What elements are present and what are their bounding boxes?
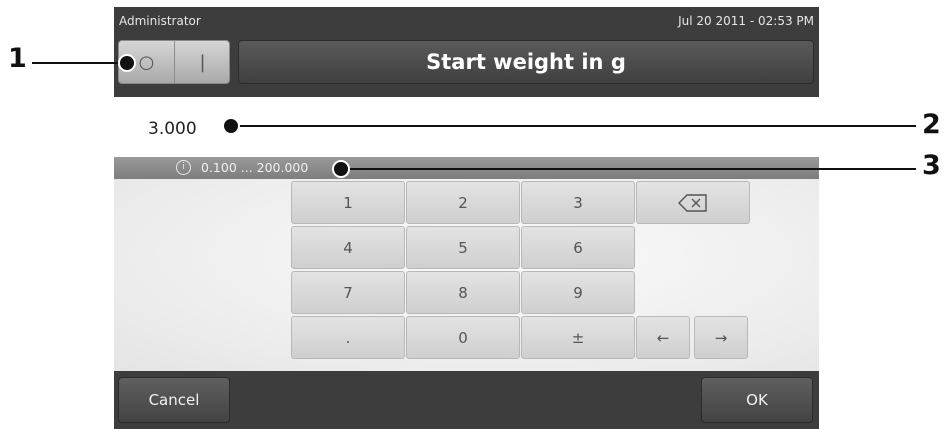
- key-4[interactable]: 4: [291, 226, 405, 269]
- callout-2-number: 2: [922, 109, 941, 140]
- key-0[interactable]: 0: [406, 316, 520, 359]
- header-bar: Administrator Jul 20 2011 - 02:53 PM ○ |…: [114, 7, 819, 97]
- info-icon: i: [176, 160, 191, 175]
- callout-1-line: [32, 62, 124, 64]
- backspace-icon: [678, 193, 707, 212]
- key-plus-minus[interactable]: ±: [521, 316, 635, 359]
- callout-3-dot: [332, 160, 350, 178]
- dialog-title: Start weight in g: [238, 40, 814, 84]
- key-decimal[interactable]: .: [291, 316, 405, 359]
- key-5[interactable]: 5: [406, 226, 520, 269]
- key-9[interactable]: 9: [521, 271, 635, 314]
- right-arrow-button[interactable]: →: [694, 316, 748, 359]
- key-1[interactable]: 1: [291, 181, 405, 224]
- key-8[interactable]: 8: [406, 271, 520, 314]
- callout-3-line: [338, 168, 916, 170]
- user-name: Administrator: [119, 14, 201, 28]
- callout-2-line: [230, 125, 916, 127]
- left-arrow-button[interactable]: ←: [636, 316, 690, 359]
- key-2[interactable]: 2: [406, 181, 520, 224]
- backspace-button[interactable]: [636, 181, 750, 224]
- key-7[interactable]: 7: [291, 271, 405, 314]
- entered-value: 3.000: [148, 119, 197, 139]
- cancel-button[interactable]: Cancel: [118, 377, 230, 423]
- keypad: 1 2 3 4 5 6 7 8 9 . 0 ± ← →: [114, 179, 819, 371]
- range-text: 0.100 ... 200.000: [201, 160, 309, 175]
- callout-1-dot: [118, 54, 136, 72]
- footer-bar: Cancel OK: [114, 371, 819, 429]
- date-time: Jul 20 2011 - 02:53 PM: [678, 14, 814, 28]
- callout-2-dot: [222, 117, 240, 135]
- value-field[interactable]: 3.000: [114, 97, 819, 157]
- callout-1-number: 1: [8, 43, 27, 74]
- ok-button[interactable]: OK: [701, 377, 813, 423]
- callout-3-number: 3: [922, 150, 941, 181]
- terminal-screen: Administrator Jul 20 2011 - 02:53 PM ○ |…: [114, 7, 819, 429]
- key-6[interactable]: 6: [521, 226, 635, 269]
- key-3[interactable]: 3: [521, 181, 635, 224]
- on-symbol-icon[interactable]: |: [175, 41, 230, 83]
